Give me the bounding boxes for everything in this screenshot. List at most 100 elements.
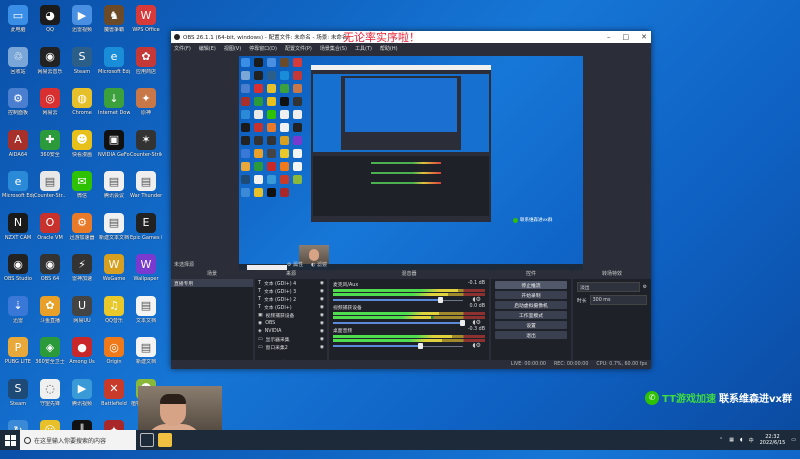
- properties-button[interactable]: ⚙ 属性: [287, 261, 303, 268]
- control-button[interactable]: 停止推流: [495, 281, 567, 289]
- desktop-icon[interactable]: ✿ 应用商店: [130, 44, 162, 86]
- desktop-icon[interactable]: ◕ QQ: [34, 2, 66, 44]
- control-button[interactable]: 启动虚拟摄像机: [495, 301, 567, 309]
- desktop-icon[interactable]: ◉ OBS 64: [34, 251, 66, 293]
- duration-field[interactable]: 300 ms: [589, 295, 647, 305]
- desktop-icon[interactable]: P PUBG LITE: [2, 334, 34, 376]
- desktop-icon[interactable]: ▭ 此电脑: [2, 2, 34, 44]
- desktop-icon[interactable]: ⚙ 控制面板: [2, 85, 34, 127]
- file-explorer-icon[interactable]: [158, 433, 172, 447]
- transition-select[interactable]: 淡出: [577, 282, 640, 292]
- clock[interactable]: 22:32 2022/6/15: [760, 434, 786, 446]
- desktop-icon[interactable]: ✚ 360安全: [34, 127, 66, 169]
- visibility-eye-icon[interactable]: ◉: [320, 281, 324, 286]
- visibility-eye-icon[interactable]: ◉: [320, 329, 324, 334]
- desktop-icon[interactable]: ▤ 腾讯会议: [98, 168, 130, 210]
- start-button[interactable]: [0, 430, 20, 450]
- desktop-icon[interactable]: ▤ 新建文档: [130, 334, 162, 376]
- volume-icon[interactable]: ◖: [740, 437, 743, 443]
- visibility-eye-icon[interactable]: ◉: [320, 289, 324, 294]
- desktop-icon[interactable]: ⇣ 迅雷: [2, 293, 34, 335]
- visibility-eye-icon[interactable]: ◉: [320, 337, 324, 342]
- desktop-icon[interactable]: ▶ 腾讯视频: [66, 376, 98, 418]
- source-item[interactable]: ◉ OBS ◉: [255, 319, 327, 327]
- desktop-icon[interactable]: ◍ Chrome: [66, 85, 98, 127]
- source-item[interactable]: ▣ 视频捕获设备 ◉: [255, 311, 327, 319]
- desktop-icon[interactable]: eMicrosoft Edge: [2, 168, 34, 210]
- desktop-icon[interactable]: ▤ 新建文本文档: [98, 210, 130, 252]
- desktop-icon[interactable]: ♲ 回收站: [2, 44, 34, 86]
- menu-item[interactable]: 配置文件(P): [285, 45, 312, 52]
- visibility-eye-icon[interactable]: ◉: [320, 321, 324, 326]
- control-button[interactable]: 工作室模式: [495, 311, 567, 319]
- desktop-icon[interactable]: ▤ War Thunder: [130, 168, 162, 210]
- menu-item[interactable]: 停靠窗口(D): [249, 45, 277, 52]
- desktop-icon[interactable]: W WPS Office: [130, 2, 162, 44]
- control-button[interactable]: 开始录制: [495, 291, 567, 299]
- source-item[interactable]: T 文本 (GDI+) 2 ◉: [255, 295, 327, 303]
- desktop-icon[interactable]: ⚡ 雷神加速: [66, 251, 98, 293]
- desktop-icon[interactable]: ◉ OBS Studio: [2, 251, 34, 293]
- visibility-eye-icon[interactable]: ◉: [320, 305, 324, 310]
- desktop-icon[interactable]: S Steam: [66, 44, 98, 86]
- menu-item[interactable]: 帮助(H): [380, 45, 398, 52]
- desktop-icon[interactable]: W WeGame: [98, 251, 130, 293]
- desktop-icon[interactable]: ✕ Battlefield: [98, 376, 130, 418]
- close-button[interactable]: ✕: [641, 33, 647, 41]
- desktop-icon[interactable]: ● Among Us: [66, 334, 98, 376]
- desktop-icon[interactable]: ▶ 迅雷视频: [66, 2, 98, 44]
- speaker-icon[interactable]: ◖⚙: [472, 342, 481, 349]
- desktop-icon[interactable]: ▤ 文本文档: [130, 293, 162, 335]
- desktop-icon[interactable]: ✿ 斗鱼直播: [34, 293, 66, 335]
- source-item[interactable]: T 文本 (GDI+) 3 ◉: [255, 287, 327, 295]
- task-view-icon[interactable]: [140, 433, 154, 447]
- transition-settings-icon[interactable]: ⚙: [643, 285, 647, 290]
- speaker-icon[interactable]: ◖⚙: [472, 296, 481, 303]
- source-item[interactable]: T 文本 (GDI+) 4 ◉: [255, 279, 327, 287]
- tray-chevron-icon[interactable]: ⌃: [719, 437, 723, 443]
- desktop-icon[interactable]: ⚙ 迅游加速器: [66, 210, 98, 252]
- volume-slider[interactable]: ◖⚙: [333, 296, 481, 303]
- desktop-icon[interactable]: N NZXT CAM: [2, 210, 34, 252]
- desktop-icon[interactable]: ◉ 网易云音乐: [34, 44, 66, 86]
- desktop-icon[interactable]: ↓ Internet Download: [98, 85, 130, 127]
- source-item[interactable]: ▭ 显示器采集 ◉: [255, 335, 327, 343]
- menu-item[interactable]: 视图(V): [224, 45, 241, 52]
- desktop-icon[interactable]: O Oracle VM: [34, 210, 66, 252]
- visibility-eye-icon[interactable]: ◉: [320, 313, 324, 318]
- scene-item[interactable]: 直播专用: [171, 279, 253, 287]
- source-item[interactable]: ▭ 窗口采集2 ◉: [255, 343, 327, 351]
- desktop-icon[interactable]: ◎ Origin: [98, 334, 130, 376]
- menu-item[interactable]: 编辑(E): [199, 45, 216, 52]
- source-item[interactable]: T 文本 (GDI+) ◉: [255, 303, 327, 311]
- control-button[interactable]: 设置: [495, 321, 567, 329]
- desktop-icon[interactable]: EEpic Games Launcher: [130, 210, 162, 252]
- desktop-icon[interactable]: ◌ 守望先锋: [34, 376, 66, 418]
- desktop-icon[interactable]: ◈ 360安全卫士: [34, 334, 66, 376]
- maximize-button[interactable]: □: [623, 33, 630, 41]
- menu-item[interactable]: 场景集合(S): [320, 45, 347, 52]
- control-button[interactable]: 退出: [495, 331, 567, 339]
- desktop-icon[interactable]: ☻ 快看漫画: [66, 127, 98, 169]
- filters-button[interactable]: ◐ 滤镜: [311, 261, 327, 268]
- network-icon[interactable]: ▦: [729, 437, 734, 443]
- notification-icon[interactable]: ▭: [791, 437, 796, 443]
- desktop-icon[interactable]: ▣NVIDIA GeForce: [98, 127, 130, 169]
- desktop-icon[interactable]: eMicrosoft Edge: [98, 44, 130, 86]
- minimize-button[interactable]: –: [607, 33, 611, 41]
- source-item[interactable]: ◈ NVIDIA ◉: [255, 327, 327, 335]
- desktop-icon[interactable]: ✦ 原神: [130, 85, 162, 127]
- desktop-icon[interactable]: U 网易UU: [66, 293, 98, 335]
- desktop-icon[interactable]: W Wallpaper: [130, 251, 162, 293]
- visibility-eye-icon[interactable]: ◉: [320, 345, 324, 350]
- preview-area[interactable]: 联系维森进vx群: [171, 53, 651, 286]
- visibility-eye-icon[interactable]: ◉: [320, 297, 324, 302]
- menu-item[interactable]: 文件(F): [174, 45, 191, 52]
- menu-item[interactable]: 工具(T): [355, 45, 372, 52]
- desktop-icon[interactable]: ✶Counter-Strike: [130, 127, 162, 169]
- volume-slider[interactable]: ◖⚙: [333, 319, 481, 326]
- desktop-icon[interactable]: ♞ 魔兽争霸: [98, 2, 130, 44]
- desktop-icon[interactable]: S Steam: [2, 376, 34, 418]
- desktop-icon[interactable]: A AIDA64: [2, 127, 34, 169]
- desktop-icon[interactable]: ◎ 网易云: [34, 85, 66, 127]
